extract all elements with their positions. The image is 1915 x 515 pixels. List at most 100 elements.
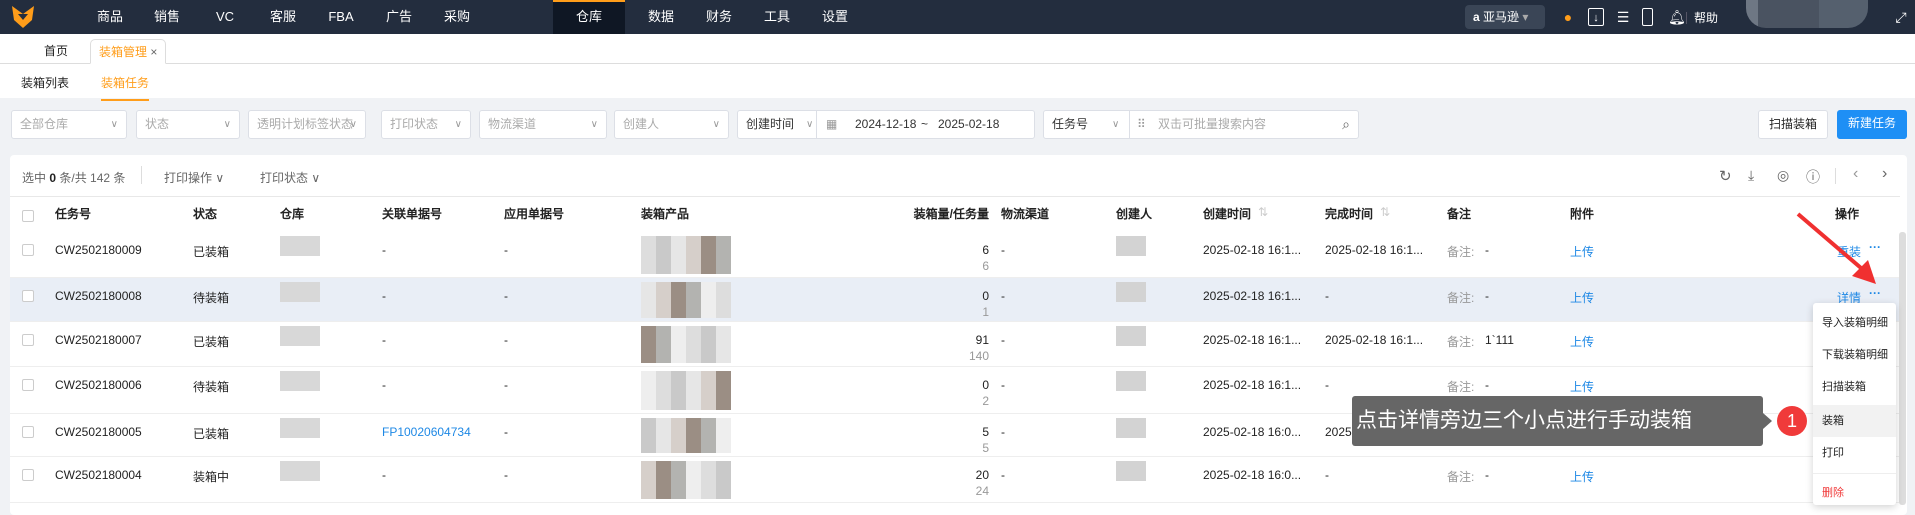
help-icon[interactable]: ⓘ (1806, 167, 1820, 187)
related-doc[interactable]: - (382, 289, 386, 303)
task-qty: 1 (982, 305, 989, 319)
upload-link[interactable]: 上传 (1570, 289, 1594, 306)
task-status: 已装箱 (193, 335, 230, 349)
support-icon[interactable]: ● (1560, 8, 1576, 26)
search-field-select[interactable]: 任务号 (1052, 117, 1088, 131)
step-badge: 1 (1777, 406, 1807, 436)
upload-link[interactable]: 上传 (1570, 333, 1594, 350)
date-from[interactable]: 2024-12-18 (855, 111, 916, 138)
row-checkbox[interactable] (22, 426, 34, 438)
page-tabs: 首页 装箱管理 × (0, 34, 1915, 64)
menu-item[interactable]: 删除 (1813, 477, 1896, 509)
nav-item-11[interactable]: 设置 (806, 0, 864, 34)
related-doc[interactable]: FP10020604734 (382, 425, 471, 439)
select-all-checkbox[interactable] (22, 210, 34, 222)
close-icon[interactable]: × (150, 45, 157, 59)
nav-item-5[interactable]: 广告 (370, 0, 428, 34)
print-ops-dropdown[interactable]: 打印操作 ∨ (164, 169, 224, 186)
related-doc[interactable]: - (382, 378, 386, 392)
menu-item[interactable]: 扫描装箱 (1813, 371, 1896, 403)
marketplace-select[interactable]: a 亚马逊 ▾ (1465, 5, 1545, 29)
mobile-icon[interactable] (1642, 8, 1653, 26)
menu-item[interactable]: 装箱 (1813, 405, 1896, 437)
warehouse-select[interactable]: 全部仓库 ∨ (11, 110, 127, 139)
applied-doc: - (504, 243, 508, 257)
task-list-icon[interactable]: ☰ (1615, 8, 1631, 26)
column-header: 状态 (193, 207, 218, 221)
sort-icon[interactable]: ⇅ (1258, 205, 1268, 219)
row-checkbox[interactable] (22, 469, 34, 481)
row-checkbox[interactable] (22, 290, 34, 302)
fullscreen-icon[interactable]: ⤢ (1893, 8, 1909, 26)
nav-item-9[interactable]: 财务 (690, 0, 748, 34)
related-doc[interactable]: - (382, 333, 386, 347)
batch-search-icon[interactable]: ⠿ (1137, 111, 1146, 138)
product-image-blurred (641, 236, 656, 274)
task-id[interactable]: CW2502180006 (55, 378, 142, 392)
product-image-blurred (671, 418, 686, 453)
row-checkbox[interactable] (22, 244, 34, 256)
search-icon[interactable]: ⌕ (1342, 111, 1350, 138)
task-id[interactable]: CW2502180004 (55, 468, 142, 482)
channel-select[interactable]: 物流渠道 ∨ (479, 110, 607, 139)
nav-item-3[interactable]: 客服 (254, 0, 312, 34)
next-page-icon[interactable]: › (1882, 165, 1887, 183)
creator-select[interactable]: 创建人 ∨ (614, 110, 729, 139)
date-range-filter[interactable]: 创建时间 ∨ ▦ 2024-12-18 ~ 2025-02-18 (737, 110, 1035, 139)
nav-item-10[interactable]: 工具 (748, 0, 806, 34)
menu-item[interactable]: 下载装箱明细 (1813, 339, 1896, 371)
task-qty: 2 (982, 394, 989, 408)
bell-icon[interactable]: 🔔︎ (1668, 8, 1686, 26)
tab-packing-tasks[interactable]: 装箱任务 (101, 74, 150, 101)
date-to[interactable]: 2025-02-18 (938, 111, 999, 138)
task-id[interactable]: CW2502180007 (55, 333, 142, 347)
related-doc[interactable]: - (382, 468, 386, 482)
related-doc[interactable]: - (382, 243, 386, 257)
new-task-button[interactable]: 新建任务 (1837, 110, 1907, 139)
status-select[interactable]: 状态 ∨ (136, 110, 240, 139)
fox-logo-icon[interactable] (10, 4, 36, 30)
download-icon[interactable]: ⤓ (1748, 167, 1754, 184)
nav-item-2[interactable]: VC (196, 0, 254, 34)
user-avatar-blurred[interactable] (1746, 0, 1868, 28)
chevron-down-icon: ∨ (590, 119, 598, 130)
row-checkbox[interactable] (22, 334, 34, 346)
task-id[interactable]: CW2502180005 (55, 425, 142, 439)
nav-item-6[interactable]: 采购 (428, 0, 486, 34)
tab-packing-management[interactable]: 装箱管理 × (90, 39, 167, 64)
chevron-down-icon: ∨ (110, 119, 118, 130)
nav-item-7[interactable]: 仓库 (553, 0, 625, 34)
task-id[interactable]: CW2502180008 (55, 289, 142, 303)
label-status-select[interactable]: 透明计划标签状态 ∨ (248, 110, 366, 139)
menu-item[interactable]: 导入装箱明细 (1813, 307, 1896, 339)
print-status-select[interactable]: 打印状态 ∨ (381, 110, 471, 139)
nav-item-4[interactable]: FBA (312, 0, 370, 34)
packed-qty: 91 (975, 333, 989, 347)
prev-page-icon[interactable]: ‹ (1853, 165, 1858, 183)
nav-item-8[interactable]: 数据 (632, 0, 690, 34)
help-link[interactable]: 帮助 (1694, 9, 1718, 26)
time-type-select[interactable]: 创建时间 (746, 117, 794, 131)
settings-icon[interactable]: ◎ (1777, 167, 1789, 184)
column-header: 附件 (1570, 207, 1595, 221)
print-status-dropdown[interactable]: 打印状态 ∨ (260, 169, 320, 186)
tab-packing-list[interactable]: 装箱列表 (21, 74, 69, 91)
upload-link[interactable]: 上传 (1570, 468, 1594, 485)
tab-home[interactable]: 首页 (44, 39, 68, 64)
chevron-down-icon: ∨ (806, 119, 814, 130)
more-actions-menu: 导入装箱明细 下载装箱明细 扫描装箱 装箱 打印 删除 (1813, 303, 1896, 505)
refresh-icon[interactable]: ↻ (1719, 167, 1732, 185)
row-checkbox[interactable] (22, 379, 34, 391)
upload-link[interactable]: 上传 (1570, 243, 1594, 260)
nav-item-0[interactable]: 商品 (81, 0, 139, 34)
nav-item-1[interactable]: 销售 (138, 0, 196, 34)
sort-icon[interactable]: ⇅ (1380, 205, 1390, 219)
search-input[interactable]: 双击可批量搜索内容 (1158, 111, 1266, 138)
upload-link[interactable]: 上传 (1570, 378, 1594, 395)
task-id[interactable]: CW2502180009 (55, 243, 142, 257)
download-icon[interactable]: ↓ (1588, 8, 1604, 26)
menu-item[interactable]: 打印 (1813, 437, 1896, 469)
created-time: 2025-02-18 16:0... (1203, 425, 1302, 439)
scrollbar[interactable] (1899, 232, 1906, 505)
scan-packing-button[interactable]: 扫描装箱 (1758, 110, 1828, 139)
